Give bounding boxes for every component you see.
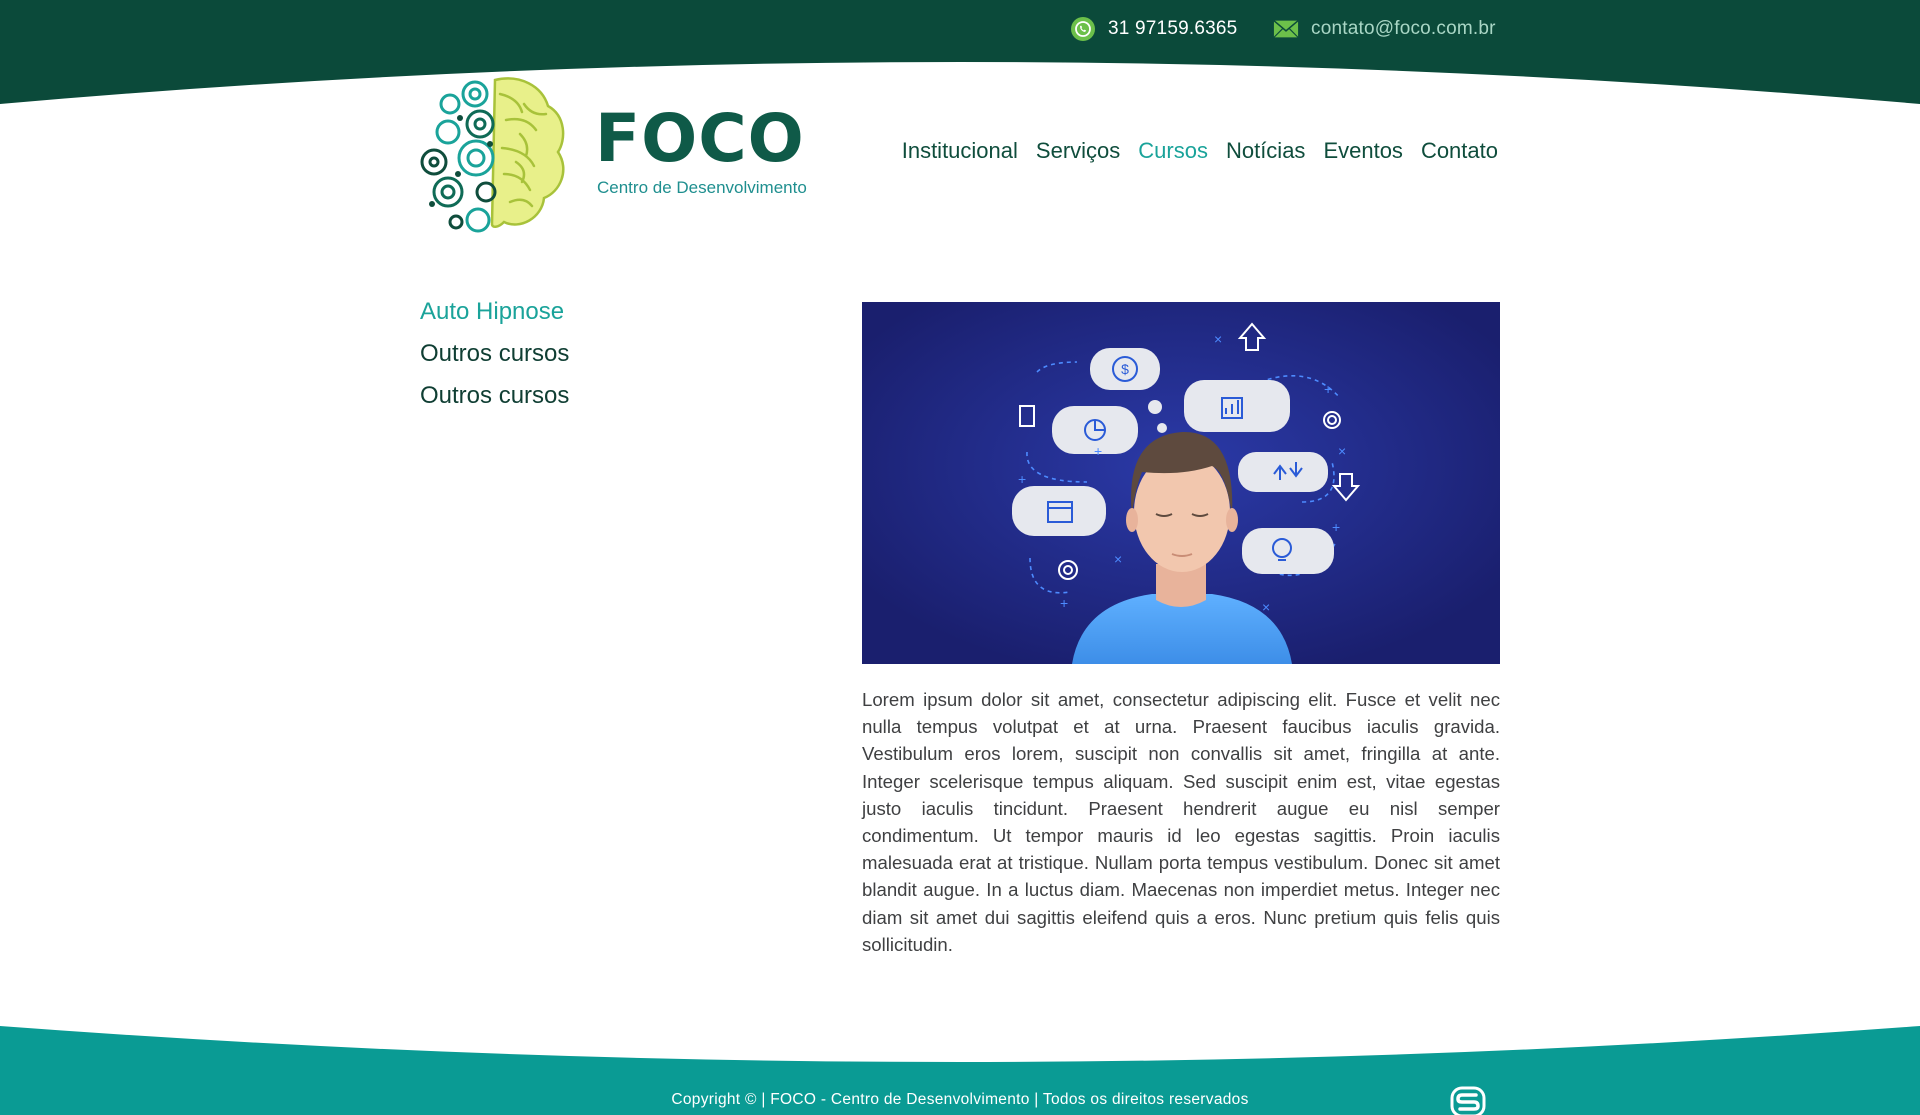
brand-tagline: Centro de Desenvolvimento [597,178,807,197]
site-logo[interactable]: FOCO Centro de Desenvolvimento [420,74,820,234]
sidebar-item-auto-hipnose[interactable]: Auto Hipnose [420,296,569,338]
top-bar: 31 97159.6365 contato@foco.com.br [0,0,1920,110]
email-address: contato@foco.com.br [1311,18,1496,39]
nav-item-servicos[interactable]: Serviços [1036,138,1120,164]
main-nav: Institucional Serviços Cursos Notícias E… [902,138,1498,164]
email-link[interactable]: contato@foco.com.br [1273,14,1496,44]
copyright-text: Copyright © | FOCO - Centro de Desenvolv… [671,1091,1249,1108]
svg-text:×: × [1262,599,1270,615]
nav-item-institucional[interactable]: Institucional [902,138,1018,164]
whatsapp-icon [1070,16,1096,42]
brain-gears-logo-icon [420,77,565,233]
course-hero-image: $ × + + × + × + × + [862,302,1500,664]
svg-text:+: + [1018,471,1026,487]
svg-text:$: $ [1121,361,1129,377]
nav-item-contato[interactable]: Contato [1421,138,1498,164]
svg-text:+: + [1060,595,1068,611]
phone-number: 31 97159.6365 [1108,18,1238,39]
course-sidebar: Auto Hipnose Outros cursos Outros cursos [420,296,569,422]
svg-text:+: + [1332,519,1340,535]
phone-link[interactable]: 31 97159.6365 [1070,14,1237,44]
envelope-icon [1273,16,1299,42]
svg-text:×: × [1114,551,1122,567]
nav-item-eventos[interactable]: Eventos [1323,138,1403,164]
svg-text:+: + [1324,381,1332,397]
svg-text:×: × [1338,443,1346,459]
developer-logo-icon[interactable] [1450,1086,1486,1115]
svg-text:×: × [1214,331,1222,347]
sidebar-item-outros-cursos[interactable]: Outros cursos [420,338,569,380]
sidebar-item-outros-cursos[interactable]: Outros cursos [420,380,569,422]
nav-item-noticias[interactable]: Notícias [1226,138,1305,164]
top-bar-wave [0,0,1920,104]
nav-item-cursos[interactable]: Cursos [1138,138,1208,164]
course-description: Lorem ipsum dolor sit amet, consectetur … [862,689,1500,955]
svg-text:+: + [1094,443,1102,459]
footer: Copyright © | FOCO - Centro de Desenvolv… [0,1020,1920,1115]
brand-name: FOCO [595,100,805,177]
